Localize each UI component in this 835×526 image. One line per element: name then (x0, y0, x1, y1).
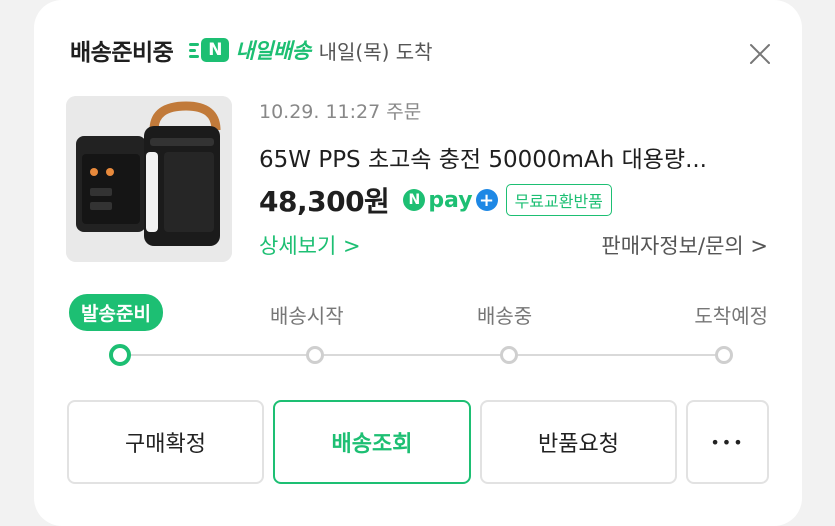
price-row: 48,300원 N pay + 무료교환반품 (259, 180, 612, 220)
npay-n-icon: N (403, 189, 426, 211)
speed-lines-icon (189, 42, 200, 58)
order-status-title: 배송준비중 (70, 40, 174, 66)
free-return-badge: 무료교환반품 (505, 184, 612, 216)
step-dot (500, 346, 518, 364)
step-dot-active (109, 344, 131, 366)
product-price: 48,300원 (259, 185, 390, 218)
n-delivery-icon: N (201, 38, 230, 62)
tomorrow-delivery-badge: N 내일배송 (189, 35, 311, 65)
order-header: 배송준비중 N 내일배송 내일(목) 도착 (70, 30, 433, 70)
npay-text: pay (428, 187, 473, 213)
step-dot (306, 346, 324, 364)
product-image[interactable] (66, 96, 232, 262)
npay-plus-icon: + (475, 189, 498, 211)
step-dot (715, 346, 733, 364)
tracking-line (120, 354, 724, 356)
request-return-button[interactable]: 반품요청 (480, 400, 677, 484)
order-card: 배송준비중 N 내일배송 내일(목) 도착 10.29. 11:27 주문 65… (34, 0, 802, 526)
npay-icon: N pay + (403, 187, 498, 213)
seller-info-link[interactable]: 판매자정보/문의 > (601, 230, 768, 260)
track-delivery-button[interactable]: 배송조회 (273, 400, 471, 484)
order-date: 10.29. 11:27 주문 (259, 101, 422, 123)
arrival-text: 내일(목) 도착 (318, 39, 433, 64)
step-shipping-started: 배송시작 (270, 304, 344, 328)
step-preparing: 발송준비 (69, 294, 163, 331)
step-in-transit: 배송중 (477, 304, 533, 328)
step-arrival-expected: 도착예정 (694, 304, 768, 328)
detail-link[interactable]: 상세보기 > (259, 230, 361, 260)
badge-text: 내일배송 (235, 39, 311, 63)
close-icon[interactable] (748, 42, 772, 66)
product-name[interactable]: 65W PPS 초고속 충전 50000mAh 대용량... (259, 140, 779, 174)
more-icon[interactable]: ••• (686, 400, 769, 484)
confirm-purchase-button[interactable]: 구매확정 (67, 400, 264, 484)
